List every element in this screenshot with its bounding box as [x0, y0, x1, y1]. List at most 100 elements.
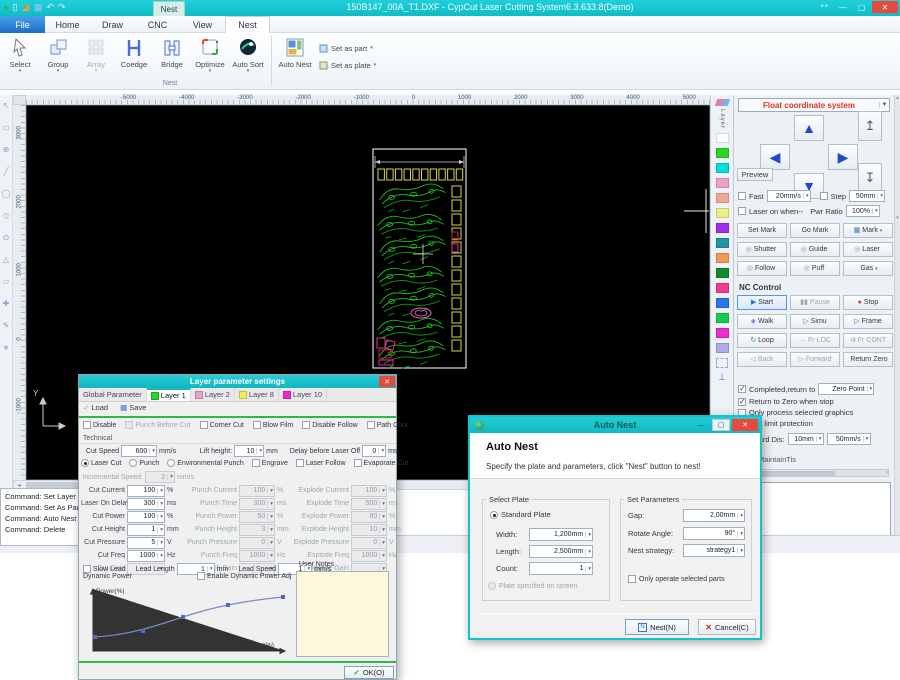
- drawing-tool-icon[interactable]: ⊕: [3, 145, 10, 154]
- close-icon[interactable]: ✕: [379, 376, 395, 387]
- drawing-tool-icon[interactable]: ✎: [3, 321, 10, 330]
- skin-button[interactable]: **: [821, 3, 829, 12]
- plate-count-select[interactable]: 1▾: [529, 562, 593, 575]
- parameter-select[interactable]: 100▾: [127, 511, 165, 523]
- layer-color-swatch[interactable]: [716, 178, 729, 188]
- auto-sort-button[interactable]: Auto Sort▾: [231, 35, 265, 83]
- optimize-button[interactable]: Optimize▾: [193, 35, 227, 83]
- preview-button[interactable]: Preview: [737, 168, 773, 181]
- cut-mode-option[interactable]: Laser Follow: [296, 459, 346, 467]
- parameter-select[interactable]: 5▾: [127, 537, 165, 549]
- panel-button[interactable]: ◎Guide: [790, 242, 840, 257]
- layer-tab[interactable]: Layer 8: [235, 388, 279, 401]
- ok-button[interactable]: ✓OK(O): [344, 666, 394, 679]
- no-layer-icon[interactable]: [716, 358, 728, 368]
- drawing-tool-icon[interactable]: ⊙: [3, 233, 10, 242]
- plate-length-select[interactable]: 2,500mm▾: [529, 545, 593, 558]
- nc-button[interactable]: ▷Simu: [790, 314, 840, 329]
- parameter-select[interactable]: 1000▾: [127, 550, 165, 562]
- forward-distance-select[interactable]: 10mm▾: [788, 433, 824, 445]
- layer-color-swatch[interactable]: [716, 253, 729, 263]
- cancel-button[interactable]: ✕Cancel(C): [698, 619, 756, 635]
- nc-button[interactable]: ▮▮Pause: [790, 295, 840, 310]
- coedge-button[interactable]: Coedge: [117, 35, 151, 83]
- layer-option-checkbox[interactable]: Punch Before Cut: [125, 421, 190, 429]
- nc-button[interactable]: ▷Forward: [790, 352, 840, 367]
- nest-button[interactable]: NNest(N): [625, 619, 689, 635]
- panel-button[interactable]: ◎Puff: [790, 261, 840, 276]
- cut-mode-option[interactable]: Engrave: [252, 459, 288, 467]
- cut-mode-option[interactable]: Laser Cut: [81, 459, 121, 467]
- drawing-tool-icon[interactable]: ╱: [4, 167, 9, 176]
- standard-plate-radio[interactable]: [490, 511, 498, 519]
- maximize-button[interactable]: ▢: [712, 419, 730, 431]
- parameter-select[interactable]: 300▾: [127, 498, 165, 510]
- save-icon[interactable]: ▦: [34, 1, 43, 14]
- new-file-icon[interactable]: ▯: [12, 1, 17, 14]
- layer-option-checkbox[interactable]: Path Cool: [367, 421, 408, 429]
- laser-off-delay-select[interactable]: 0▾: [362, 445, 386, 457]
- forward-speed-select[interactable]: 50mm/s▾: [827, 433, 871, 445]
- panel-button[interactable]: ◎Laser: [843, 242, 893, 257]
- drawing-tool-icon[interactable]: ∗: [3, 343, 10, 352]
- user-notes-textarea[interactable]: [296, 571, 389, 657]
- parameter-select[interactable]: 100▾: [127, 485, 165, 497]
- ribbon-tab[interactable]: Home: [45, 16, 90, 33]
- drawing-tool-icon[interactable]: ◯: [2, 189, 11, 198]
- parameter-select[interactable]: 1▾: [127, 524, 165, 536]
- bridge-button[interactable]: Bridge: [155, 35, 189, 83]
- layer-option-checkbox[interactable]: Corner Cut: [200, 421, 244, 429]
- layer-option-checkbox[interactable]: Blow Film: [253, 421, 293, 429]
- dynamic-power-checkbox[interactable]: [197, 572, 205, 580]
- jog-right-button[interactable]: ▶: [828, 144, 858, 170]
- return-point-select[interactable]: Zero Point▾: [818, 383, 874, 395]
- ribbon-tab[interactable]: CNC: [135, 16, 180, 33]
- return-zero-checkbox[interactable]: [738, 398, 746, 406]
- load-button[interactable]: ✓ Load: [83, 403, 108, 412]
- layer-tab[interactable]: Layer 10: [279, 388, 327, 401]
- layer-color-swatch[interactable]: [716, 193, 729, 203]
- layer-color-swatch[interactable]: [716, 328, 729, 338]
- completed-return-checkbox[interactable]: [738, 385, 746, 393]
- layer-color-swatch[interactable]: [716, 283, 729, 293]
- power-ratio-select[interactable]: 100%▾: [846, 205, 880, 217]
- anchor-icon[interactable]: ⊥: [718, 373, 726, 382]
- nc-button[interactable]: ◁Back: [737, 352, 787, 367]
- panel-button[interactable]: Go Mark: [790, 223, 840, 238]
- drawing-tool-icon[interactable]: ◇: [3, 211, 9, 220]
- step-select[interactable]: 50mm▾: [849, 190, 885, 202]
- group-button[interactable]: Group▾: [41, 35, 75, 83]
- focus-down-button[interactable]: ↧: [858, 163, 882, 193]
- panel-button[interactable]: ◎Follow: [737, 261, 787, 276]
- redo-icon[interactable]: ↷: [58, 1, 66, 14]
- rotate-angle-select[interactable]: 90°▾: [683, 527, 745, 540]
- nc-button[interactable]: ◈Walk: [737, 314, 787, 329]
- layer-color-swatch[interactable]: [716, 313, 729, 323]
- panel-scrollbar[interactable]: ▴▾: [894, 95, 900, 545]
- fast-speed-select[interactable]: 20mm/s▾: [767, 190, 811, 202]
- cut-speed-select[interactable]: 600▾: [121, 445, 157, 457]
- fast-checkbox[interactable]: [738, 192, 746, 200]
- slow-lead-checkbox[interactable]: [83, 565, 91, 573]
- undo-icon[interactable]: ↶: [46, 1, 54, 14]
- layer-color-swatch[interactable]: [716, 343, 729, 353]
- maximize-button[interactable]: ▢: [853, 1, 870, 13]
- nc-button[interactable]: Return Zero: [843, 352, 893, 367]
- nc-button[interactable]: ▷Frame: [843, 314, 893, 329]
- step-checkbox[interactable]: [820, 192, 828, 200]
- nc-button[interactable]: ⇉Fr CONT: [843, 333, 893, 348]
- jog-left-button[interactable]: ◀: [760, 144, 790, 170]
- minimize-button[interactable]: —: [692, 419, 710, 431]
- eraser-icon[interactable]: [714, 99, 729, 106]
- laser-on-checkbox[interactable]: [738, 207, 746, 215]
- panel-button[interactable]: Set Mark: [737, 223, 787, 238]
- coordinate-system-select[interactable]: Float coordinate system ▼: [738, 98, 890, 112]
- layer-color-swatch[interactable]: [716, 148, 729, 158]
- open-folder-icon[interactable]: ◪: [21, 1, 30, 14]
- auto-nest-button[interactable]: Auto Nest: [278, 35, 312, 83]
- gap-select[interactable]: 2,00mm▾: [683, 509, 745, 522]
- nc-button[interactable]: ↻Loop: [737, 333, 787, 348]
- minimize-button[interactable]: —: [834, 1, 851, 13]
- drawing-tool-icon[interactable]: ▭: [2, 123, 10, 132]
- layer-tab[interactable]: Global Parameter: [79, 388, 147, 401]
